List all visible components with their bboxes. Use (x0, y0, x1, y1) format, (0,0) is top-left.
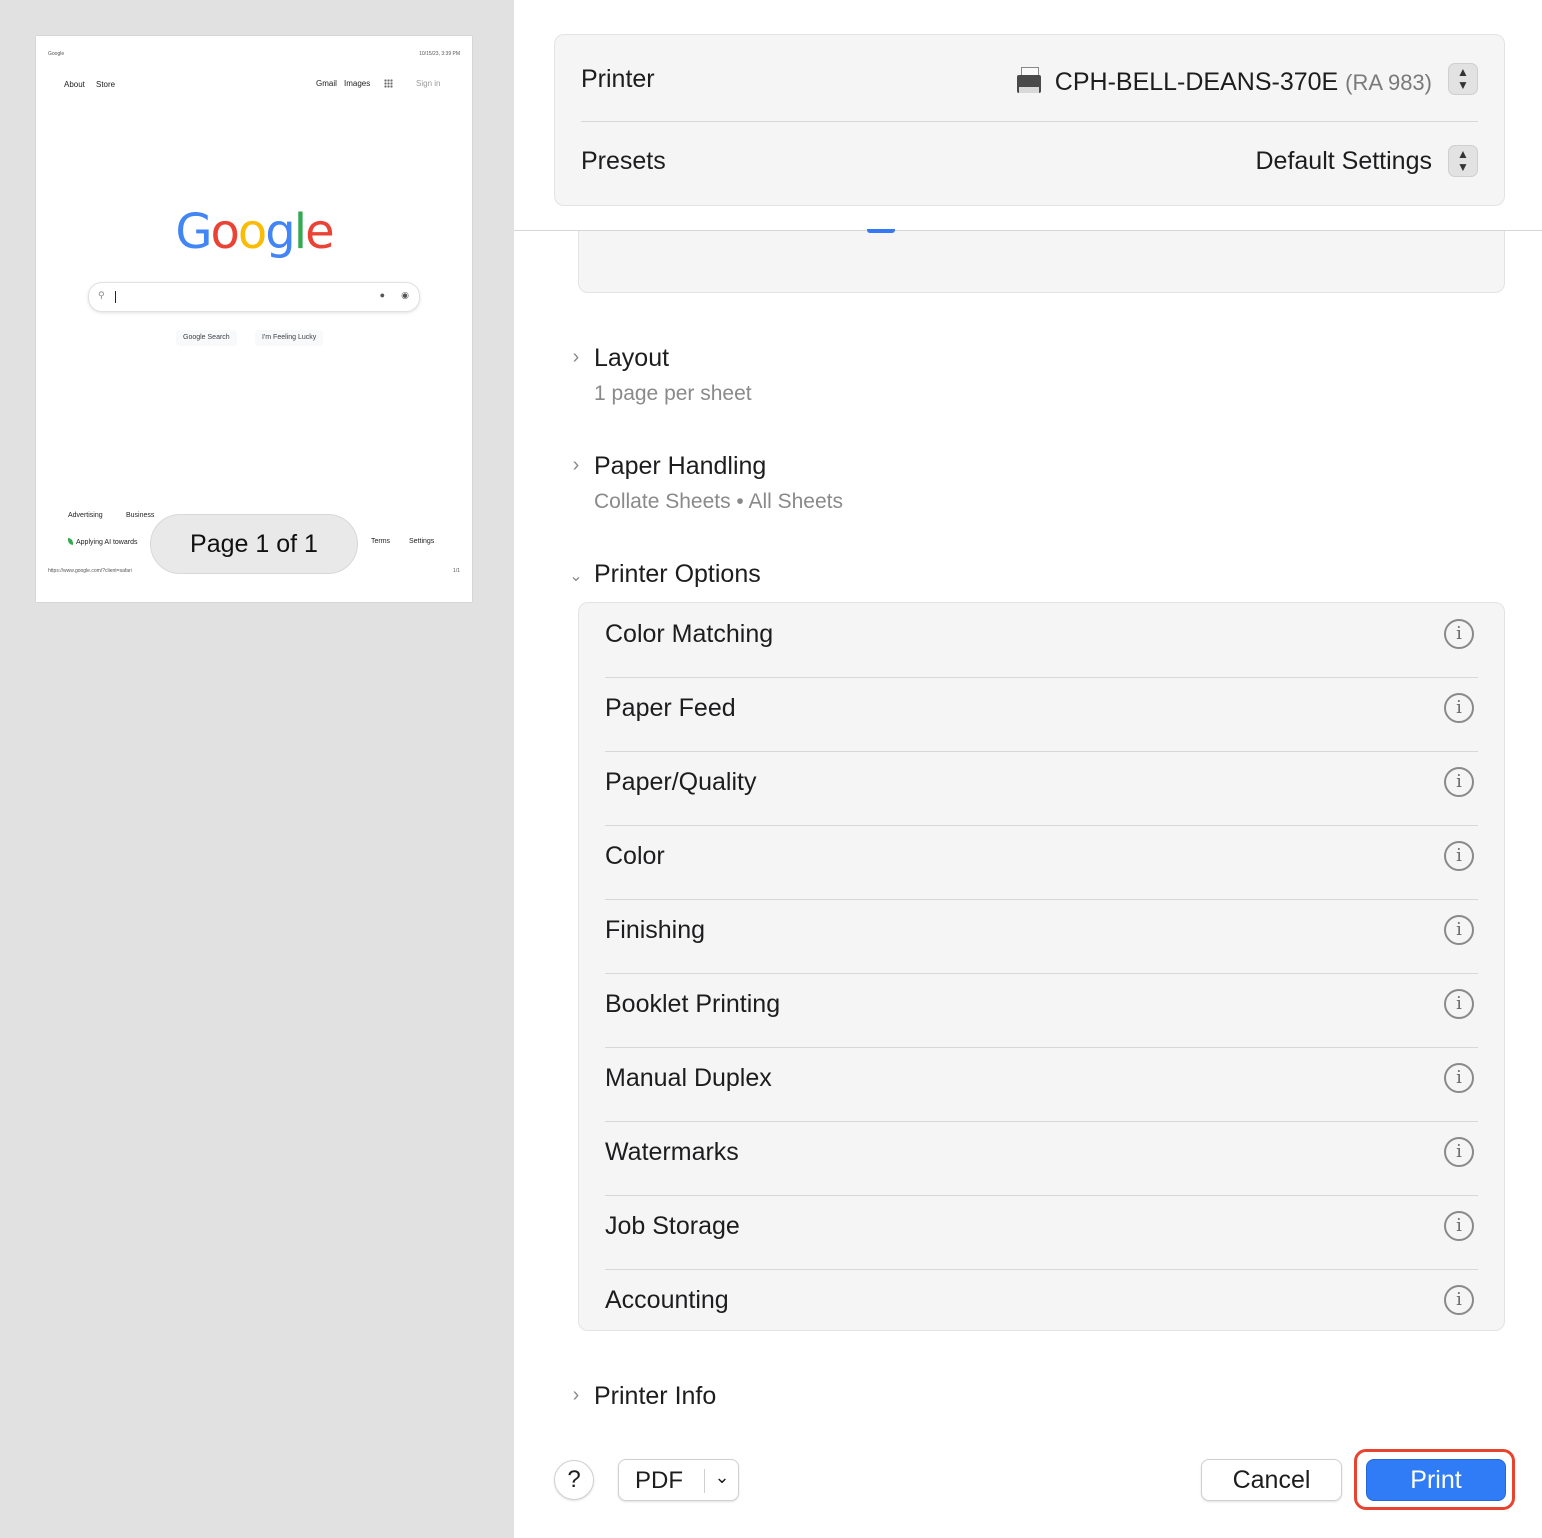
help-button[interactable]: ? (554, 1460, 594, 1500)
option-accounting[interactable]: Accounting i (605, 1269, 1478, 1343)
scrolled-content-card (578, 229, 1505, 293)
preview-pane: Google 10/15/23, 3:39 PM About Store Gma… (0, 0, 514, 1538)
chevron-right-icon: › (572, 454, 580, 476)
chevron-right-icon: › (572, 1384, 580, 1406)
option-paper-quality[interactable]: Paper/Quality i (605, 751, 1478, 826)
printer-row[interactable]: Printer CPH-BELL-DEANS-370E (RA 983) ▲ ▼ (581, 39, 1478, 122)
thumb-header-right: 10/15/23, 3:39 PM (419, 51, 460, 57)
info-icon[interactable]: i (1444, 915, 1474, 945)
option-label: Watermarks (605, 1138, 739, 1166)
option-label: Job Storage (605, 1212, 740, 1240)
chevron-down-icon: ⌄ (569, 568, 583, 585)
option-booklet-printing[interactable]: Booklet Printing i (605, 973, 1478, 1048)
printer-info-title: Printer Info (594, 1382, 717, 1410)
thumb-footer-pagenum: 1/1 (453, 568, 460, 574)
printer-icon (1015, 65, 1043, 95)
pdf-separator (704, 1469, 705, 1493)
layout-title: Layout (594, 344, 670, 372)
chevron-right-icon: › (572, 346, 580, 368)
pdf-label: PDF (635, 1467, 683, 1494)
pdf-menu-button[interactable]: PDF ⌄ (618, 1459, 739, 1501)
info-icon[interactable]: i (1444, 767, 1474, 797)
thumb-camera-icon: ◉ (401, 290, 409, 300)
printer-select[interactable]: CPH-BELL-DEANS-370E (RA 983) (1015, 65, 1432, 97)
option-watermarks[interactable]: Watermarks i (605, 1121, 1478, 1196)
info-icon[interactable]: i (1444, 989, 1474, 1019)
thumb-nav-signin: Sign in (416, 79, 441, 88)
option-job-storage[interactable]: Job Storage i (605, 1195, 1478, 1270)
thumb-lucky-button: I'm Feeling Lucky (255, 330, 324, 346)
option-label: Finishing (605, 916, 706, 944)
layout-summary: 1 page per sheet (594, 382, 752, 405)
page-indicator: Page 1 of 1 (150, 514, 358, 574)
settings-pane: Printer CPH-BELL-DEANS-370E (RA 983) ▲ ▼ … (514, 0, 1542, 1538)
printer-options-title: Printer Options (594, 560, 761, 588)
thumb-google-logo: Google (175, 204, 334, 260)
thumb-nav-images: Images (344, 79, 371, 88)
info-icon[interactable]: i (1444, 1063, 1474, 1093)
thumb-footer-applying-ai: Applying AI towards (68, 538, 137, 546)
thumb-header-left: Google (48, 51, 65, 57)
option-color[interactable]: Color i (605, 825, 1478, 900)
chevron-down-icon[interactable]: ⌄ (710, 1467, 734, 1488)
thumb-search-icon: ⚲ (98, 290, 105, 300)
thumb-footer-url: https://www.google.com/?client=safari (48, 568, 132, 574)
info-icon[interactable]: i (1444, 1211, 1474, 1241)
info-icon[interactable]: i (1444, 693, 1474, 723)
leaf-icon (68, 538, 73, 545)
thumb-search-box: ⚲ ● ◉ (88, 282, 420, 312)
thumb-apps-grid-icon (384, 79, 393, 88)
printer-updown-chevron-icon[interactable]: ▲ ▼ (1448, 63, 1478, 95)
thumb-google-search-button: Google Search (176, 330, 237, 346)
option-label: Accounting (605, 1286, 729, 1314)
option-label: Manual Duplex (605, 1064, 772, 1092)
thumb-text-caret (115, 291, 116, 303)
thumb-microphone-icon: ● (379, 290, 385, 300)
thumb-footer-business: Business (126, 512, 155, 519)
cancel-button[interactable]: Cancel (1201, 1459, 1342, 1501)
option-label: Color Matching (605, 620, 774, 648)
option-paper-feed[interactable]: Paper Feed i (605, 677, 1478, 752)
option-label: Paper/Quality (605, 768, 757, 796)
info-icon[interactable]: i (1444, 619, 1474, 649)
option-label: Color (605, 842, 665, 870)
presets-updown-chevron-icon[interactable]: ▲ ▼ (1448, 145, 1478, 177)
print-button[interactable]: Print (1366, 1459, 1506, 1501)
option-label: Booklet Printing (605, 990, 781, 1018)
paper-handling-summary: Collate Sheets • All Sheets (594, 490, 843, 513)
thumb-nav-store: Store (96, 80, 116, 89)
option-color-matching[interactable]: Color Matching i (605, 603, 1478, 678)
info-icon[interactable]: i (1444, 1285, 1474, 1315)
printer-label: Printer (581, 65, 655, 93)
paper-handling-title: Paper Handling (594, 452, 767, 480)
printer-options-list: Color Matching i Paper Feed i Paper/Qual… (578, 602, 1505, 1331)
thumb-footer-settings: Settings (409, 538, 435, 545)
info-icon[interactable]: i (1444, 841, 1474, 871)
thumb-footer-advertising: Advertising (68, 512, 103, 519)
presets-row[interactable]: Presets Default Settings ▲ ▼ (581, 121, 1478, 203)
thumb-nav-gmail: Gmail (316, 79, 337, 88)
option-manual-duplex[interactable]: Manual Duplex i (605, 1047, 1478, 1122)
thumb-footer-terms: Terms (371, 538, 391, 545)
scrolled-control-edge (867, 229, 895, 233)
option-label: Paper Feed (605, 694, 736, 722)
option-finishing[interactable]: Finishing i (605, 899, 1478, 974)
info-icon[interactable]: i (1444, 1137, 1474, 1167)
printer-name: CPH-BELL-DEANS-370E (1054, 68, 1339, 96)
thumb-nav-about: About (64, 80, 85, 89)
presets-label: Presets (581, 147, 666, 175)
presets-select[interactable]: Default Settings (1256, 147, 1433, 176)
printer-model: (RA 983) (1345, 70, 1432, 95)
printer-header-card: Printer CPH-BELL-DEANS-370E (RA 983) ▲ ▼ … (554, 34, 1505, 206)
